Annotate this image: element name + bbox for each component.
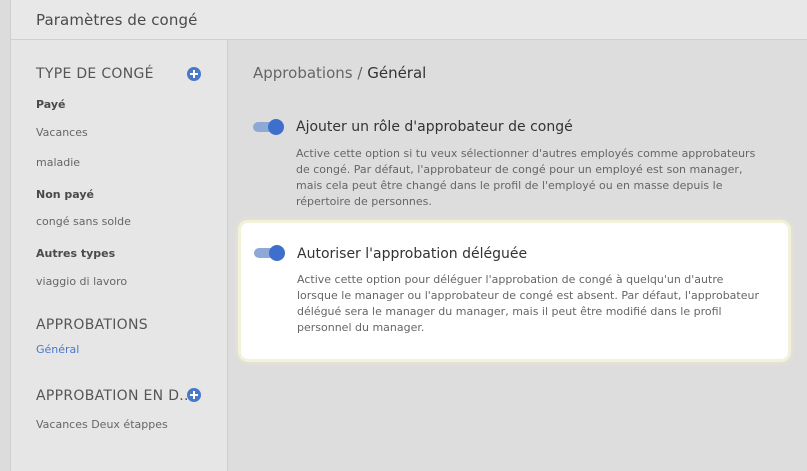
sidebar-item-vacances-deux-etappes[interactable]: Vacances Deux étappes [36,418,168,431]
page-title: Paramètres de congé [36,11,198,29]
approver-role-title: Ajouter un rôle d'approbateur de congé [296,119,573,135]
toggle-knob [269,245,285,261]
delegated-approval-title: Autoriser l'approbation déléguée [297,246,528,262]
breadcrumb: Approbations / Général [253,64,426,82]
unpaid-heading: Non payé [36,188,95,201]
leave-types-heading: TYPE DE CONGÉ [36,66,154,82]
toggle-knob [268,119,284,135]
paid-heading: Payé [36,98,66,111]
breadcrumb-separator: / [357,64,363,82]
sidebar-item-conge-sans-solde[interactable]: congé sans solde [36,215,131,228]
approver-role-toggle[interactable] [253,119,284,135]
delegated-approval-description: Active cette option pour déléguer l'appr… [297,273,759,334]
breadcrumb-current: Général [367,64,427,82]
approvals-heading: APPROBATIONS [36,317,148,333]
header-bar: Paramètres de congé [10,0,807,40]
add-approval-flow-plus-icon[interactable] [187,388,201,402]
approver-role-description: Active cette option si tu veux sélection… [296,147,756,208]
breadcrumb-parent[interactable]: Approbations [253,64,353,82]
sidebar-item-vacances[interactable]: Vacances [36,126,88,139]
delegated-approval-card: Autoriser l'approbation déléguée Active … [238,220,791,362]
sidebar-item-maladie[interactable]: maladie [36,156,80,169]
sidebar-item-general[interactable]: Général [36,343,79,356]
approval-flow-heading: APPROBATION EN D... [36,388,194,404]
delegated-approval-toggle[interactable] [254,245,285,261]
sidebar-item-viaggio-di-lavoro[interactable]: viaggio di lavoro [36,275,127,288]
other-types-heading: Autres types [36,247,116,260]
sidebar: TYPE DE CONGÉ Payé Vacances maladie Non … [10,40,228,471]
add-leave-type-plus-icon[interactable] [187,67,201,81]
